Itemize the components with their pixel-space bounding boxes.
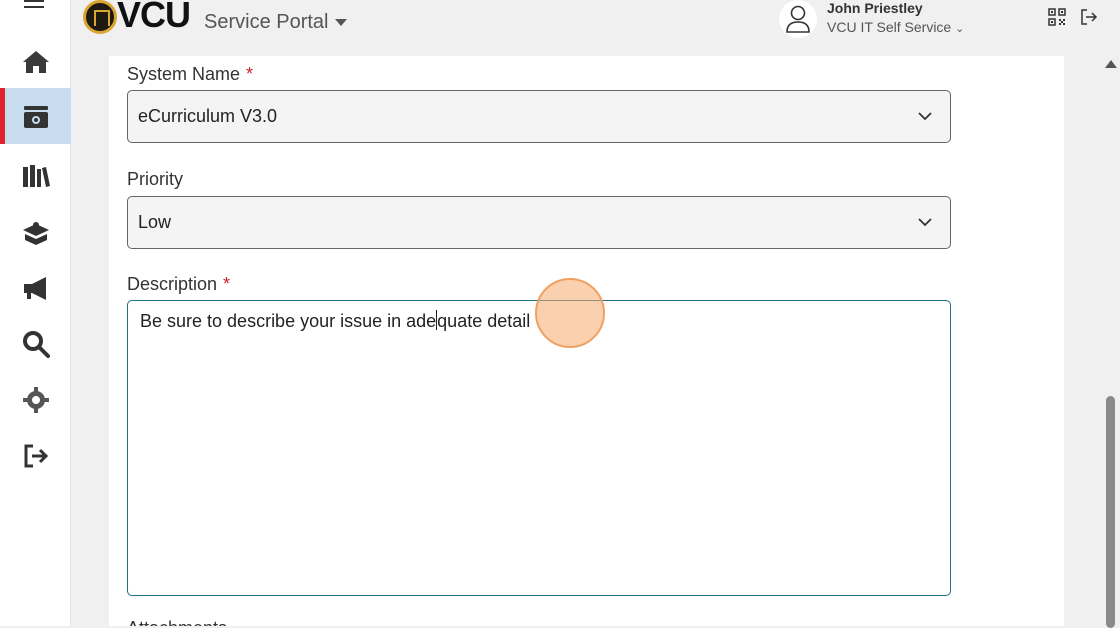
user-name: John Priestley bbox=[827, 0, 923, 16]
system-name-value: eCurriculum V3.0 bbox=[138, 106, 278, 126]
sign-out-icon bbox=[24, 444, 48, 468]
home-icon bbox=[22, 51, 49, 73]
nav-announcements[interactable] bbox=[0, 260, 71, 316]
description-label-text: Description bbox=[127, 274, 218, 294]
description-label: Description * bbox=[127, 274, 230, 295]
vcu-seal-logo[interactable] bbox=[83, 0, 117, 34]
hamburger-menu-icon[interactable] bbox=[24, 0, 44, 14]
click-indicator bbox=[535, 278, 605, 348]
scroll-thumb[interactable] bbox=[1106, 396, 1115, 628]
nav-search[interactable] bbox=[0, 316, 71, 372]
priority-select[interactable]: Low bbox=[127, 196, 951, 249]
nav-home[interactable] bbox=[0, 34, 71, 90]
user-org-dropdown[interactable]: VCU IT Self Service ⌄ bbox=[827, 16, 964, 40]
chevron-down-icon bbox=[918, 218, 932, 227]
chevron-down-icon: ⌄ bbox=[955, 23, 965, 35]
description-text-after-cursor: quate detail bbox=[437, 311, 531, 331]
attachments-label: Attachments bbox=[127, 618, 227, 626]
header-actions bbox=[1048, 8, 1098, 26]
library-icon bbox=[22, 165, 50, 187]
top-header: VCU Service Portal John Priestley VCU IT… bbox=[71, 0, 1120, 48]
required-marker: * bbox=[223, 274, 231, 294]
sign-out-icon[interactable] bbox=[1080, 8, 1098, 26]
required-marker: * bbox=[246, 64, 254, 84]
user-avatar-icon bbox=[779, 0, 817, 38]
priority-label: Priority bbox=[127, 169, 184, 189]
nav-settings[interactable] bbox=[0, 372, 71, 428]
system-name-label-text: System Name bbox=[127, 64, 241, 84]
nav-knowledge[interactable] bbox=[0, 148, 71, 204]
user-org-label: VCU IT Self Service bbox=[827, 19, 952, 35]
service-box-icon bbox=[22, 222, 49, 245]
megaphone-icon bbox=[23, 277, 46, 300]
vcu-logo-text[interactable]: VCU bbox=[117, 0, 191, 36]
nav-tickets[interactable] bbox=[0, 88, 71, 144]
qr-code-icon[interactable] bbox=[1048, 8, 1066, 26]
portal-title: Service Portal bbox=[204, 11, 329, 33]
portal-title-dropdown[interactable]: Service Portal bbox=[204, 11, 347, 34]
priority-value: Low bbox=[138, 212, 172, 232]
gear-icon bbox=[22, 387, 49, 413]
nav-logout[interactable] bbox=[0, 428, 71, 484]
caret-down-icon bbox=[334, 19, 347, 26]
left-nav-rail bbox=[0, 0, 71, 626]
search-icon bbox=[22, 331, 50, 358]
nav-services[interactable] bbox=[0, 204, 71, 260]
page-scrollbar[interactable] bbox=[1101, 56, 1120, 628]
system-name-label: System Name * bbox=[127, 64, 253, 85]
description-text-before-cursor: Be sure to describe your issue in ade bbox=[140, 311, 437, 331]
user-menu[interactable]: John Priestley VCU IT Self Service ⌄ bbox=[779, 0, 964, 40]
description-textarea[interactable]: Be sure to describe your issue in adequa… bbox=[127, 300, 951, 596]
scroll-up-arrow-icon[interactable] bbox=[1105, 60, 1117, 68]
system-name-select[interactable]: eCurriculum V3.0 bbox=[127, 90, 951, 143]
chevron-down-icon bbox=[918, 112, 932, 121]
inbox-icon bbox=[23, 106, 48, 128]
